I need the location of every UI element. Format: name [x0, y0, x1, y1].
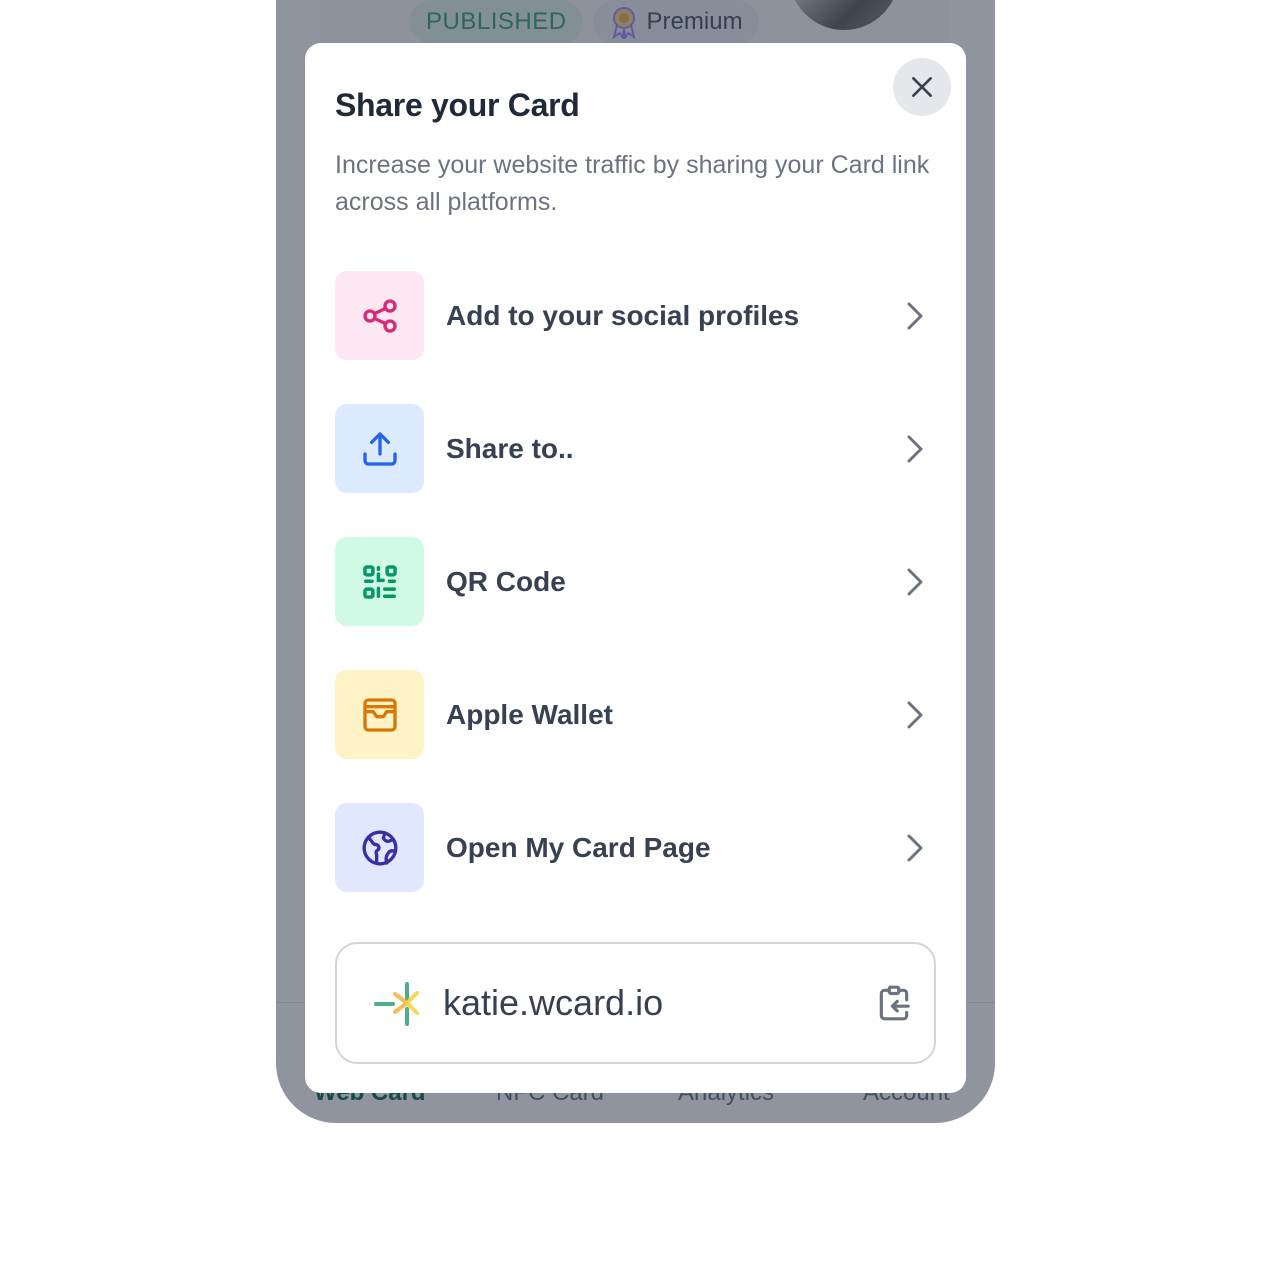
globe-icon: [362, 830, 397, 865]
option-icon-box: [335, 803, 424, 892]
clipboard-copy-icon: [879, 985, 910, 1021]
share-options-list: Add to your social profiles Share to.. Q…: [335, 271, 935, 936]
option-qr-code[interactable]: QR Code: [335, 537, 935, 626]
option-open-card-page[interactable]: Open My Card Page: [335, 803, 935, 892]
chevron-right-icon: [895, 828, 935, 868]
close-icon: [912, 77, 932, 97]
option-label: Open My Card Page: [446, 831, 711, 863]
chevron-right-icon: [895, 296, 935, 336]
close-button[interactable]: [893, 58, 951, 116]
option-label: Apple Wallet: [446, 698, 613, 730]
option-apple-wallet[interactable]: Apple Wallet: [335, 670, 935, 759]
chevron-right-icon: [895, 695, 935, 735]
upload-icon: [362, 431, 397, 466]
option-label: QR Code: [446, 565, 566, 597]
copy-link-button[interactable]: [874, 981, 914, 1025]
chevron-right-icon: [895, 562, 935, 602]
card-url: katie.wcard.io: [443, 982, 664, 1023]
wcard-logo-icon: [374, 982, 419, 1026]
option-icon-box: [335, 271, 424, 360]
qr-code-icon: [362, 564, 397, 599]
modal-title: Share your Card: [335, 87, 580, 123]
option-label: Share to..: [446, 432, 574, 464]
option-icon-box: [335, 670, 424, 759]
option-icon-box: [335, 404, 424, 493]
option-label: Add to your social profiles: [446, 299, 800, 331]
share-card-modal: Share your Card Increase your website tr…: [305, 43, 966, 1093]
card-link-field[interactable]: katie.wcard.io: [335, 942, 936, 1064]
modal-description: Increase your website traffic by sharing…: [335, 151, 930, 216]
share-nodes-icon: [362, 298, 397, 333]
option-share-to[interactable]: Share to..: [335, 404, 935, 493]
option-social-profiles[interactable]: Add to your social profiles: [335, 271, 935, 360]
option-icon-box: [335, 537, 424, 626]
wallet-icon: [362, 697, 397, 732]
chevron-right-icon: [895, 429, 935, 469]
